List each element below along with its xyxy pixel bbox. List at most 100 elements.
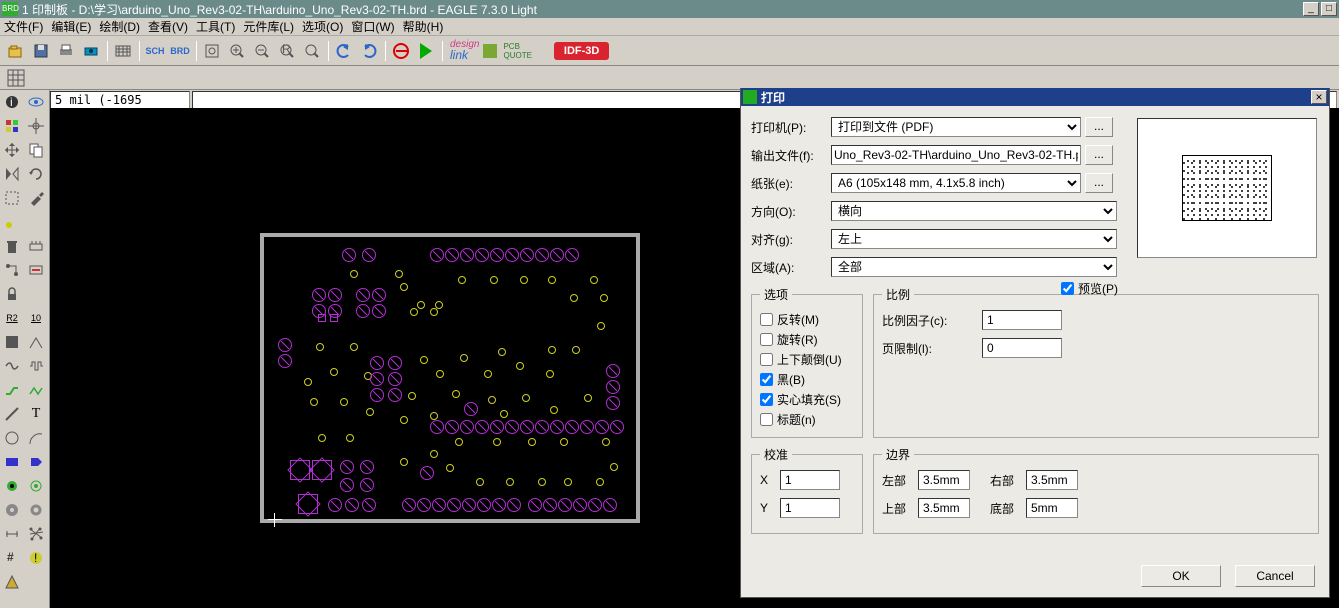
info-tool[interactable]: i — [0, 90, 24, 114]
attribute-tool[interactable] — [24, 498, 48, 522]
rect-tool[interactable] — [0, 450, 24, 474]
sch-button[interactable]: SCH — [143, 39, 167, 63]
add-tool[interactable] — [24, 234, 48, 258]
print-button[interactable] — [54, 39, 78, 63]
copy-tool[interactable] — [24, 138, 48, 162]
menu-tools[interactable]: 工具(T) — [196, 18, 235, 35]
scale-factor-input[interactable] — [982, 310, 1062, 330]
menu-window[interactable]: 窗口(W) — [351, 18, 394, 35]
border-right-input[interactable] — [1026, 470, 1078, 490]
auto-tool[interactable]: # — [0, 546, 24, 570]
lock-tool[interactable] — [0, 282, 24, 306]
maximize-button[interactable]: □ — [1321, 2, 1337, 16]
solid-checkbox[interactable]: 实心填充(S) — [760, 389, 854, 409]
wire-tool[interactable] — [0, 402, 24, 426]
zoom-fit-button[interactable] — [200, 39, 224, 63]
redo-button[interactable] — [357, 39, 381, 63]
menu-draw[interactable]: 绘制(D) — [99, 18, 140, 35]
show-tool[interactable] — [24, 90, 48, 114]
value-tool[interactable]: 10 — [24, 306, 48, 330]
upsidedown-checkbox[interactable]: 上下颠倒(U) — [760, 349, 854, 369]
ok-button[interactable]: OK — [1141, 565, 1221, 587]
zoom-select-button[interactable] — [300, 39, 324, 63]
display-tool[interactable] — [0, 114, 24, 138]
pinswap-tool[interactable] — [0, 258, 24, 282]
text-tool[interactable]: T — [24, 402, 48, 426]
go-button[interactable] — [414, 39, 438, 63]
meander-tool[interactable] — [24, 354, 48, 378]
caption-checkbox[interactable]: 标题(n) — [760, 409, 854, 429]
stop-button[interactable] — [389, 39, 413, 63]
page-limit-input[interactable] — [982, 338, 1062, 358]
calib-x-input[interactable] — [780, 470, 840, 490]
brd-button[interactable]: BRD — [168, 39, 192, 63]
paste-tool[interactable] — [0, 210, 24, 234]
pcbquote-button[interactable]: PCBQUOTE — [503, 42, 531, 60]
alignment-select[interactable]: 左上 — [831, 229, 1117, 249]
optimize-tool[interactable] — [0, 354, 24, 378]
paste2-tool[interactable] — [24, 210, 48, 234]
errors-tool[interactable] — [0, 570, 24, 594]
border-bottom-input[interactable] — [1026, 498, 1078, 518]
paper-select[interactable]: A6 (105x148 mm, 4.1x5.8 inch) — [831, 173, 1081, 193]
rotate-tool[interactable] — [24, 162, 48, 186]
route-tool[interactable] — [0, 378, 24, 402]
printer-browse-button[interactable]: ... — [1085, 117, 1113, 137]
printer-select[interactable]: 打印到文件 (PDF) — [831, 117, 1081, 137]
dimension-tool[interactable] — [0, 522, 24, 546]
dialog-close-button[interactable]: × — [1311, 90, 1327, 104]
black-checkbox[interactable]: 黑(B) — [760, 369, 854, 389]
miter-tool[interactable] — [0, 330, 24, 354]
delete-tool[interactable] — [0, 234, 24, 258]
preview-checkbox[interactable]: 预览(P) — [1061, 278, 1118, 298]
grid-button[interactable] — [4, 66, 28, 90]
mark-tool[interactable] — [24, 114, 48, 138]
output-browse-button[interactable]: ... — [1085, 145, 1113, 165]
move-tool[interactable] — [0, 138, 24, 162]
undo-button[interactable] — [332, 39, 356, 63]
polygon-tool[interactable] — [24, 450, 48, 474]
minimize-button[interactable]: _ — [1303, 2, 1319, 16]
erc-tool[interactable]: ! — [24, 546, 48, 570]
dialog-title-bar[interactable]: 打印 × — [741, 88, 1329, 106]
calib-y-input[interactable] — [780, 498, 840, 518]
menu-file[interactable]: 文件(F) — [4, 18, 43, 35]
via-tool[interactable] — [0, 474, 24, 498]
mirror-tool[interactable] — [0, 162, 24, 186]
cancel-button[interactable]: Cancel — [1235, 565, 1315, 587]
border-left-input[interactable] — [918, 470, 970, 490]
menu-library[interactable]: 元件库(L) — [243, 18, 294, 35]
zoom-in-button[interactable] — [225, 39, 249, 63]
mirror-checkbox[interactable]: 反转(M) — [760, 309, 854, 329]
idf3d-button[interactable]: IDF-3D — [554, 42, 609, 60]
name-tool[interactable]: R2 — [0, 306, 24, 330]
group-tool[interactable] — [0, 186, 24, 210]
open-button[interactable] — [4, 39, 28, 63]
split-tool[interactable] — [24, 330, 48, 354]
menu-help[interactable]: 帮助(H) — [403, 18, 444, 35]
smash-tool[interactable] — [24, 282, 48, 306]
orientation-select[interactable]: 横向 — [831, 201, 1117, 221]
area-select[interactable]: 全部 — [831, 257, 1117, 277]
signal-tool[interactable] — [24, 474, 48, 498]
menu-options[interactable]: 选项(O) — [302, 18, 343, 35]
designlink-button[interactable]: designlink — [450, 40, 479, 62]
ratsnest-tool[interactable] — [24, 522, 48, 546]
border-top-input[interactable] — [918, 498, 970, 518]
board-button[interactable] — [111, 39, 135, 63]
hole-tool[interactable] — [0, 498, 24, 522]
redraw-button[interactable]: R — [275, 39, 299, 63]
arc-tool[interactable] — [24, 426, 48, 450]
zoom-out-button[interactable] — [250, 39, 274, 63]
menu-edit[interactable]: 编辑(E) — [51, 18, 91, 35]
menu-view[interactable]: 查看(V) — [148, 18, 188, 35]
circle-tool[interactable] — [0, 426, 24, 450]
cam-button[interactable] — [79, 39, 103, 63]
rotate-checkbox[interactable]: 旋转(R) — [760, 329, 854, 349]
paper-browse-button[interactable]: ... — [1085, 173, 1113, 193]
output-file-input[interactable] — [831, 145, 1081, 165]
save-button[interactable] — [29, 39, 53, 63]
ripup-tool[interactable] — [24, 378, 48, 402]
change-tool[interactable] — [24, 186, 48, 210]
replace-tool[interactable] — [24, 258, 48, 282]
